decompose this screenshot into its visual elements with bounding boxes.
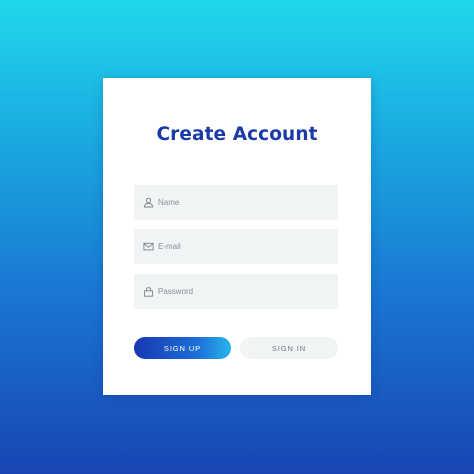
- form-title: Create Account: [156, 124, 318, 145]
- sign-in-button[interactable]: SIGN IN: [240, 337, 338, 359]
- name-input[interactable]: [158, 198, 328, 207]
- name-field[interactable]: [134, 185, 338, 220]
- sign-up-button[interactable]: SIGN UP: [134, 337, 231, 359]
- email-input[interactable]: [158, 242, 328, 251]
- email-field[interactable]: [134, 229, 338, 264]
- password-field[interactable]: [134, 274, 338, 309]
- password-input[interactable]: [158, 287, 328, 296]
- user-icon: [143, 197, 154, 208]
- lock-icon: [143, 286, 154, 297]
- mail-icon: [143, 241, 154, 252]
